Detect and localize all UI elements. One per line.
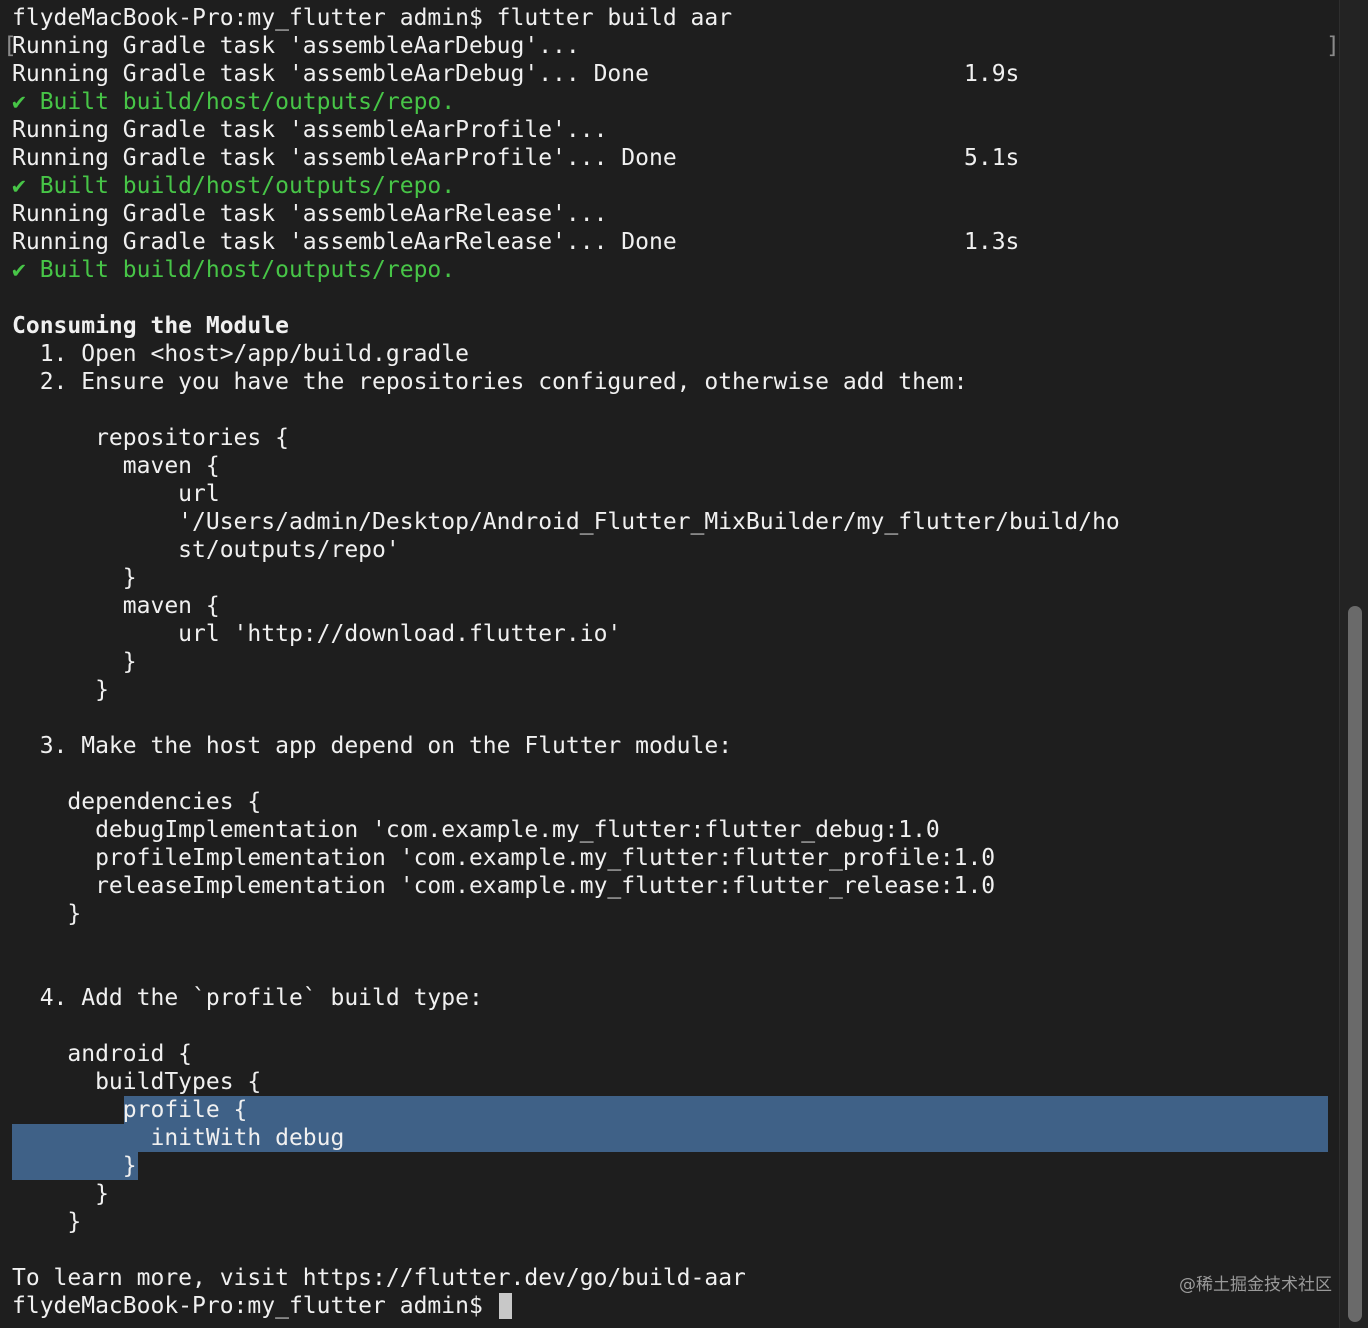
terminal-line: profileImplementation 'com.example.my_fl…: [12, 844, 1332, 872]
terminal-line-text: }: [12, 901, 82, 927]
terminal-line-text: }: [12, 649, 137, 675]
terminal-line: }: [12, 1152, 1332, 1180]
terminal-line: [] Running Gradle task 'assembleAarDebug'…: [3, 32, 1340, 60]
watermark: @稀土掘金技术社区: [1179, 1275, 1332, 1295]
text-cursor: [498, 1293, 512, 1319]
text-selection-highlight: [124, 1096, 1328, 1124]
terminal-line: Running Gradle task 'assembleAarDebug'..…: [12, 60, 1332, 88]
terminal-line: 2. Ensure you have the repositories conf…: [12, 368, 1332, 396]
terminal-line-text: flydeMacBook-Pro:my_flutter admin$ flutt…: [12, 5, 733, 31]
terminal-line-text: 4. Add the `profile` build type:: [12, 985, 483, 1011]
terminal-line: maven {: [12, 592, 1332, 620]
terminal-line-text: }: [12, 1153, 137, 1179]
terminal-line-text: profileImplementation 'com.example.my_fl…: [12, 845, 996, 871]
terminal-line-text: Running Gradle task 'assembleAarRelease'…: [12, 201, 608, 227]
terminal-line: ✔ Built build/host/outputs/repo.: [12, 172, 1332, 200]
terminal-line-text: android {: [12, 1041, 193, 1067]
task-duration: 1.9s: [964, 61, 1020, 87]
terminal-line-text: maven {: [12, 453, 220, 479]
terminal-line: url: [12, 480, 1332, 508]
terminal-line: }: [12, 676, 1332, 704]
terminal-line: buildTypes {: [12, 1068, 1332, 1096]
terminal-line-text: '/Users/admin/Desktop/Android_Flutter_Mi…: [12, 509, 1120, 535]
terminal-line: st/outputs/repo': [12, 536, 1332, 564]
terminal-line: }: [12, 1208, 1332, 1236]
terminal-line: ✔ Built build/host/outputs/repo.: [12, 256, 1332, 284]
terminal-line-text: url 'http://download.flutter.io': [12, 621, 622, 647]
terminal-line-text: repositories {: [12, 425, 289, 451]
terminal-line-text: releaseImplementation 'com.example.my_fl…: [12, 873, 996, 899]
terminal-line: url 'http://download.flutter.io': [12, 620, 1332, 648]
terminal-line-text: }: [12, 565, 137, 591]
terminal-line-text: ✔ Built build/host/outputs/repo.: [12, 173, 456, 199]
terminal-line-text: Running Gradle task 'assembleAarProfile'…: [12, 145, 677, 171]
terminal-line-text: flydeMacBook-Pro:my_flutter admin$: [12, 1293, 497, 1319]
terminal-line: }: [12, 900, 1332, 928]
terminal-line: dependencies {: [12, 788, 1332, 816]
terminal-line-text: ✔ Built build/host/outputs/repo.: [12, 89, 456, 115]
terminal-line-text: Running Gradle task 'assembleAarDebug'..…: [12, 61, 649, 87]
scrollbar[interactable]: [1339, 0, 1368, 1328]
terminal-line-text: Running Gradle task 'assembleAarProfile'…: [12, 117, 608, 143]
terminal-line-text: profile {: [12, 1097, 248, 1123]
mark-bracket-right: ]: [1326, 33, 1340, 59]
terminal-line: 1. Open <host>/app/build.gradle: [12, 340, 1332, 368]
terminal-line-text: buildTypes {: [12, 1069, 262, 1095]
terminal-window[interactable]: flydeMacBook-Pro:my_flutter admin$ flutt…: [0, 0, 1368, 1328]
terminal-line: debugImplementation 'com.example.my_flut…: [12, 816, 1332, 844]
scrollbar-thumb[interactable]: [1348, 606, 1362, 1322]
terminal-line: Running Gradle task 'assembleAarProfile'…: [12, 144, 1332, 172]
terminal-line-text: }: [12, 1181, 109, 1207]
terminal-line: Running Gradle task 'assembleAarRelease'…: [12, 228, 1332, 256]
terminal-line-text: st/outputs/repo': [12, 537, 400, 563]
terminal-line-text: Consuming the Module: [12, 313, 289, 339]
task-duration: 1.3s: [964, 229, 1020, 255]
terminal-line: 4. Add the `profile` build type:: [12, 984, 1332, 1012]
terminal-line: To learn more, visit https://flutter.dev…: [12, 1264, 1332, 1292]
terminal-line: }: [12, 1180, 1332, 1208]
terminal-line: Running Gradle task 'assembleAarRelease'…: [12, 200, 1332, 228]
terminal-line-text: 2. Ensure you have the repositories conf…: [12, 369, 968, 395]
terminal-output[interactable]: flydeMacBook-Pro:my_flutter admin$ flutt…: [3, 4, 1340, 1320]
terminal-line-text: 1. Open <host>/app/build.gradle: [12, 341, 469, 367]
terminal-line: flydeMacBook-Pro:my_flutter admin$ flutt…: [12, 4, 1332, 32]
terminal-line: android {: [12, 1040, 1332, 1068]
terminal-line: ✔ Built build/host/outputs/repo.: [12, 88, 1332, 116]
terminal-line-text: }: [12, 1209, 82, 1235]
terminal-line: maven {: [12, 452, 1332, 480]
task-duration: 5.1s: [964, 145, 1020, 171]
terminal-line: releaseImplementation 'com.example.my_fl…: [12, 872, 1332, 900]
terminal-line: }: [12, 564, 1332, 592]
terminal-line: initWith debug: [12, 1124, 1332, 1152]
terminal-line-text: url: [12, 481, 220, 507]
terminal-line: }: [12, 648, 1332, 676]
terminal-line-text: To learn more, visit https://flutter.dev…: [12, 1265, 746, 1291]
terminal-line-text: 3. Make the host app depend on the Flutt…: [12, 733, 733, 759]
terminal-line-text: Running Gradle task 'assembleAarDebug'..…: [12, 33, 580, 59]
terminal-line-text: maven {: [12, 593, 220, 619]
terminal-line: Running Gradle task 'assembleAarProfile'…: [12, 116, 1332, 144]
terminal-line-text: ✔ Built build/host/outputs/repo.: [12, 257, 456, 283]
terminal-line: Consuming the Module: [12, 312, 1332, 340]
terminal-line-text: initWith debug: [12, 1125, 345, 1151]
terminal-line: '/Users/admin/Desktop/Android_Flutter_Mi…: [12, 508, 1332, 536]
terminal-line: 3. Make the host app depend on the Flutt…: [12, 732, 1332, 760]
terminal-line-text: }: [12, 677, 109, 703]
terminal-line: flydeMacBook-Pro:my_flutter admin$: [12, 1292, 1332, 1320]
terminal-line-text: Running Gradle task 'assembleAarRelease'…: [12, 229, 677, 255]
terminal-line-text: dependencies {: [12, 789, 262, 815]
terminal-line-text: debugImplementation 'com.example.my_flut…: [12, 817, 940, 843]
terminal-line: profile {: [12, 1096, 1332, 1124]
terminal-line: repositories {: [12, 424, 1332, 452]
